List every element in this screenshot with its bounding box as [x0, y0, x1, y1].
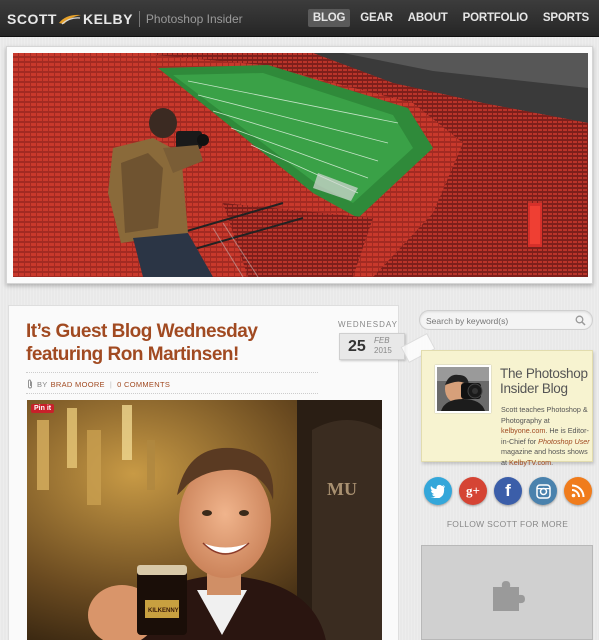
about-title: The Photoshop Insider Blog [500, 366, 588, 396]
post-date: WEDNESDAY 25 FEB 2015 [338, 320, 406, 360]
nav-gear[interactable]: GEAR [355, 9, 397, 27]
meta-by: BY [37, 379, 48, 389]
search-box [419, 310, 593, 330]
logo-first-name: SCOTT [7, 11, 57, 27]
meta-separator: | [109, 379, 113, 389]
paperclip-icon [28, 379, 32, 389]
logo-last-name: KELBY [82, 11, 133, 27]
comments-link[interactable]: 0 COMMENTS [117, 380, 170, 389]
post-card: It’s Guest Blog Wednesday featuring Ron … [8, 305, 405, 640]
about-text-1: Scott teaches Photoshop & Photography at [501, 405, 588, 425]
meta-divider-bottom [26, 393, 318, 394]
twitter-icon[interactable] [424, 477, 452, 505]
post-featured-photo[interactable]: MU KILKENNY Pin it [27, 400, 382, 640]
follow-text: FOLLOW SCOTT FOR MORE [446, 519, 569, 529]
meta-divider-top [26, 372, 318, 373]
pin-it-button[interactable]: Pin it [31, 404, 55, 413]
nav-about[interactable]: ABOUT [403, 9, 453, 27]
ad-placeholder[interactable] [421, 545, 593, 640]
svg-text:MU: MU [327, 479, 357, 499]
nav-sports[interactable]: SPORTS [538, 9, 594, 27]
date-day: 25 [348, 338, 366, 355]
social-links: g+ f [424, 477, 592, 505]
logo-swoosh-icon [58, 14, 81, 25]
hero-stadium-photo[interactable] [13, 53, 588, 277]
post-meta: BY BRAD MOORE | 0 COMMENTS [26, 377, 318, 391]
logo-tagline: Photoshop Insider [145, 12, 243, 26]
about-text-4: . [551, 457, 554, 467]
about-widget: The Photoshop Insider Blog Scott teaches… [421, 350, 593, 467]
author-link[interactable]: BRAD MOORE [51, 380, 105, 389]
date-month: FEB [374, 336, 390, 345]
photoshop-user-link[interactable]: Photoshop User [538, 437, 590, 446]
search-input[interactable] [426, 314, 566, 327]
about-text: Scott teaches Photoshop & Photography at… [434, 405, 594, 468]
post-title[interactable]: It’s Guest Blog Wednesday featuring Ron … [26, 320, 326, 366]
kelbytv-link[interactable]: KelbyTV.com [509, 458, 551, 467]
site-logo[interactable]: SCOTT KELBY Photoshop Insider [7, 9, 243, 29]
top-bar: SCOTT KELBY Photoshop Insider BLOG GEAR … [0, 0, 599, 37]
instagram-icon[interactable] [529, 477, 557, 505]
facebook-icon[interactable]: f [494, 477, 522, 505]
nav-blog[interactable]: BLOG [307, 9, 351, 27]
search-icon[interactable] [575, 315, 586, 326]
date-weekday: WEDNESDAY [338, 320, 398, 329]
logo-divider [138, 11, 140, 27]
hero-frame [6, 46, 593, 284]
date-year: 2015 [374, 346, 392, 355]
puzzle-plugin-icon [493, 581, 525, 611]
google-plus-icon[interactable]: g+ [459, 477, 487, 505]
nav-portfolio[interactable]: PORTFOLIO [458, 9, 533, 27]
rss-icon[interactable] [564, 477, 592, 505]
kelbyone-link[interactable]: kelbyone.com [501, 426, 545, 435]
svg-text:KILKENNY: KILKENNY [148, 608, 179, 614]
main-nav: BLOG GEAR ABOUT PORTFOLIO SPORTS [303, 9, 594, 27]
date-pad: 25 FEB 2015 [339, 333, 405, 360]
